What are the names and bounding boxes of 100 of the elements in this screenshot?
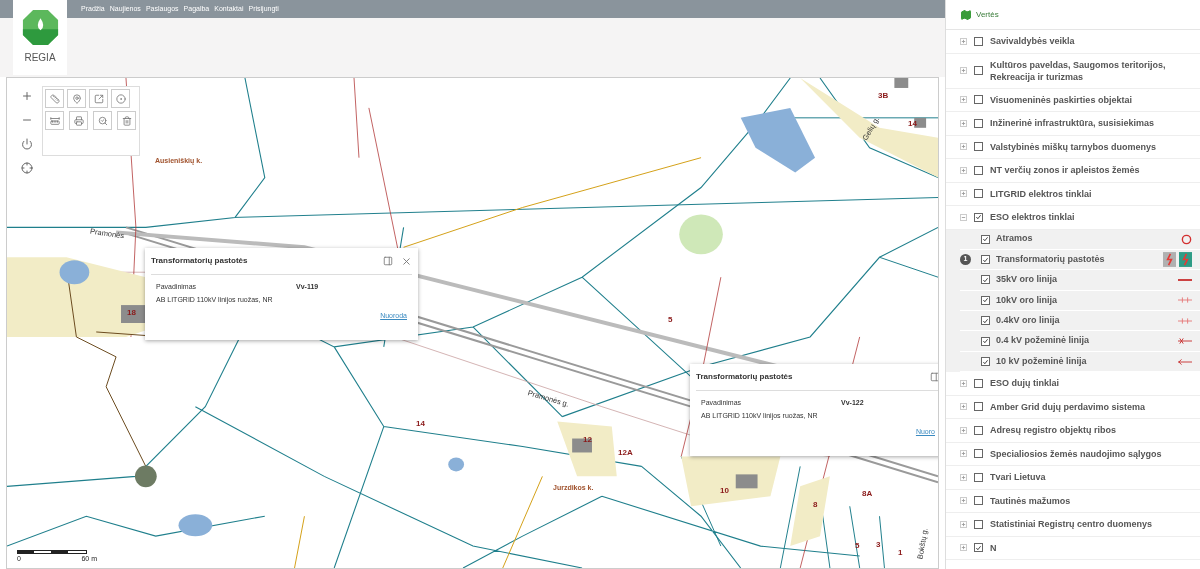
- layer-checkbox[interactable]: [974, 426, 983, 435]
- layer-row[interactable]: Adresų registro objektų ribos: [946, 419, 1200, 443]
- layer-label: Savivaldybės veikla: [990, 35, 1076, 48]
- expand-icon[interactable]: [960, 497, 967, 505]
- layer-row[interactable]: NT verčių zonos ir apleistos žemės: [946, 159, 1200, 183]
- layer-row[interactable]: Tautinės mažumos: [946, 489, 1200, 514]
- layer-row[interactable]: Savivaldybės veikla: [946, 30, 1200, 54]
- plus-icon: [21, 90, 33, 102]
- line-legend-icon: [1178, 358, 1192, 365]
- layer-row[interactable]: LITGRID elektros tinklai: [946, 182, 1200, 206]
- sublayer-label: 10 kV požeminė linija: [996, 354, 1088, 368]
- sublayer-label: Transformatorių pastotės: [996, 252, 1106, 266]
- layer-checkbox[interactable]: [981, 295, 990, 305]
- export-button[interactable]: [89, 89, 108, 108]
- delete-button[interactable]: [117, 111, 136, 130]
- layer-label: ESO dujų tinklai: [990, 377, 1060, 390]
- sublayer-row[interactable]: 35kV oro linija: [960, 270, 1200, 291]
- layer-row[interactable]: ESO dujų tinklai: [946, 372, 1200, 396]
- expand-icon[interactable]: [960, 427, 967, 434]
- layer-checkbox[interactable]: [974, 36, 983, 46]
- map-label: 3: [876, 539, 881, 551]
- layer-checkbox[interactable]: [974, 66, 983, 75]
- layer-row[interactable]: Amber Grid dujų perdavimo sistema: [946, 395, 1200, 420]
- maximize-icon[interactable]: [383, 256, 393, 266]
- dot-circle-icon: [115, 93, 126, 104]
- point-button[interactable]: [111, 89, 130, 108]
- maximize-icon[interactable]: [930, 372, 938, 382]
- expand-icon[interactable]: [960, 166, 967, 174]
- logo-mark-icon: [21, 9, 59, 46]
- expand-icon[interactable]: [960, 119, 967, 127]
- dimension-ruler-icon: [49, 115, 60, 126]
- layer-checkbox[interactable]: [974, 118, 983, 128]
- layer-row[interactable]: Statistiniai Registrų centro duomenys: [946, 513, 1200, 537]
- expand-icon[interactable]: [960, 37, 967, 45]
- line-legend-icon: [1178, 338, 1192, 345]
- layer-checkbox[interactable]: [981, 234, 990, 244]
- pin-icon: [71, 93, 82, 104]
- layer-checkbox[interactable]: [974, 402, 983, 412]
- map-label: 10: [720, 485, 729, 497]
- measure-distance-button[interactable]: [45, 111, 64, 130]
- layer-checkbox[interactable]: [981, 336, 990, 346]
- layer-checkbox[interactable]: [981, 255, 990, 265]
- layer-checkbox[interactable]: [974, 165, 983, 175]
- layer-checkbox[interactable]: [974, 95, 983, 105]
- layer-row[interactable]: Kultūros paveldas, Saugomos teritorijos, Rekreacija ir turizmas: [946, 53, 1200, 89]
- search-button[interactable]: [93, 111, 112, 130]
- close-icon[interactable]: [401, 255, 412, 267]
- layer-checkbox[interactable]: [974, 142, 983, 152]
- layer-checkbox[interactable]: [974, 379, 983, 388]
- ruler-icon: [49, 93, 60, 104]
- expand-icon[interactable]: [960, 67, 967, 74]
- logo[interactable]: REGIA: [13, 0, 67, 75]
- print-button[interactable]: [69, 111, 88, 130]
- sublayer-row[interactable]: 0.4 kV požeminė linija: [960, 331, 1200, 352]
- layer-row[interactable]: ESO elektros tinklai: [946, 206, 1200, 230]
- expand-icon[interactable]: [960, 380, 967, 387]
- layer-checkbox[interactable]: [974, 449, 983, 459]
- expand-icon[interactable]: [960, 450, 967, 458]
- layer-row[interactable]: Inžinerinė infrastruktūra, susisiekimas: [946, 112, 1200, 136]
- sublayer-row[interactable]: 0.4kV oro linija: [960, 311, 1200, 332]
- expand-icon[interactable]: [960, 403, 967, 411]
- layer-label: Adresų registro objektų ribos: [990, 424, 1118, 437]
- sublayer-row[interactable]: 10 kV požeminė linija: [960, 351, 1200, 373]
- sublayer-row[interactable]: Atramos: [960, 229, 1200, 250]
- layer-row[interactable]: Valstybinės miškų tarnybos duomenys: [946, 135, 1200, 159]
- layer-row[interactable]: Visuomeninės paskirties objektai: [946, 88, 1200, 112]
- expand-icon[interactable]: [960, 474, 967, 481]
- layer-row[interactable]: Tvari Lietuva: [946, 466, 1200, 490]
- pin-button[interactable]: [67, 89, 86, 108]
- layer-checkbox[interactable]: [981, 275, 990, 285]
- layer-checkbox[interactable]: [974, 496, 983, 506]
- layer-checkbox[interactable]: [981, 316, 990, 326]
- layer-checkbox[interactable]: [981, 357, 990, 367]
- layer-label: N: [990, 542, 998, 554]
- line-legend-icon: [1178, 297, 1192, 304]
- layer-row[interactable]: N: [946, 536, 1200, 561]
- expand-icon[interactable]: [960, 521, 967, 528]
- collapse-icon[interactable]: [960, 213, 967, 221]
- layer-checkbox[interactable]: [974, 543, 983, 553]
- search-icon: [97, 115, 108, 126]
- layer-label: Specialiosios žemės naudojimo sąlygos: [990, 448, 1163, 460]
- scale-bar-icon: [17, 549, 87, 554]
- layer-checkbox[interactable]: [974, 473, 983, 482]
- expand-icon[interactable]: [960, 544, 967, 552]
- layer-checkbox[interactable]: [974, 520, 983, 529]
- sublayer-label: 35kV oro linija: [996, 273, 1059, 287]
- map-label: 5: [668, 314, 673, 326]
- layer-checkbox[interactable]: [974, 212, 983, 222]
- map-label: 1: [898, 547, 903, 559]
- sublayer-row[interactable]: 10kV oro linija: [960, 290, 1200, 312]
- measure-button[interactable]: [45, 89, 64, 108]
- layer-row[interactable]: Specialiosios žemės naudojimo sąlygos: [946, 442, 1200, 467]
- layer-label: Amber Grid dujų perdavimo sistema: [990, 401, 1147, 413]
- popup-title: Transformatorių pastotės: [696, 371, 793, 383]
- layer-checkbox[interactable]: [974, 189, 983, 199]
- layer-label: Inžinerinė infrastruktūra, susisiekimas: [990, 117, 1156, 130]
- expand-icon[interactable]: [960, 190, 967, 198]
- panel-title: Vertės: [976, 8, 999, 21]
- expand-icon[interactable]: [960, 96, 967, 104]
- expand-icon[interactable]: [960, 143, 967, 151]
